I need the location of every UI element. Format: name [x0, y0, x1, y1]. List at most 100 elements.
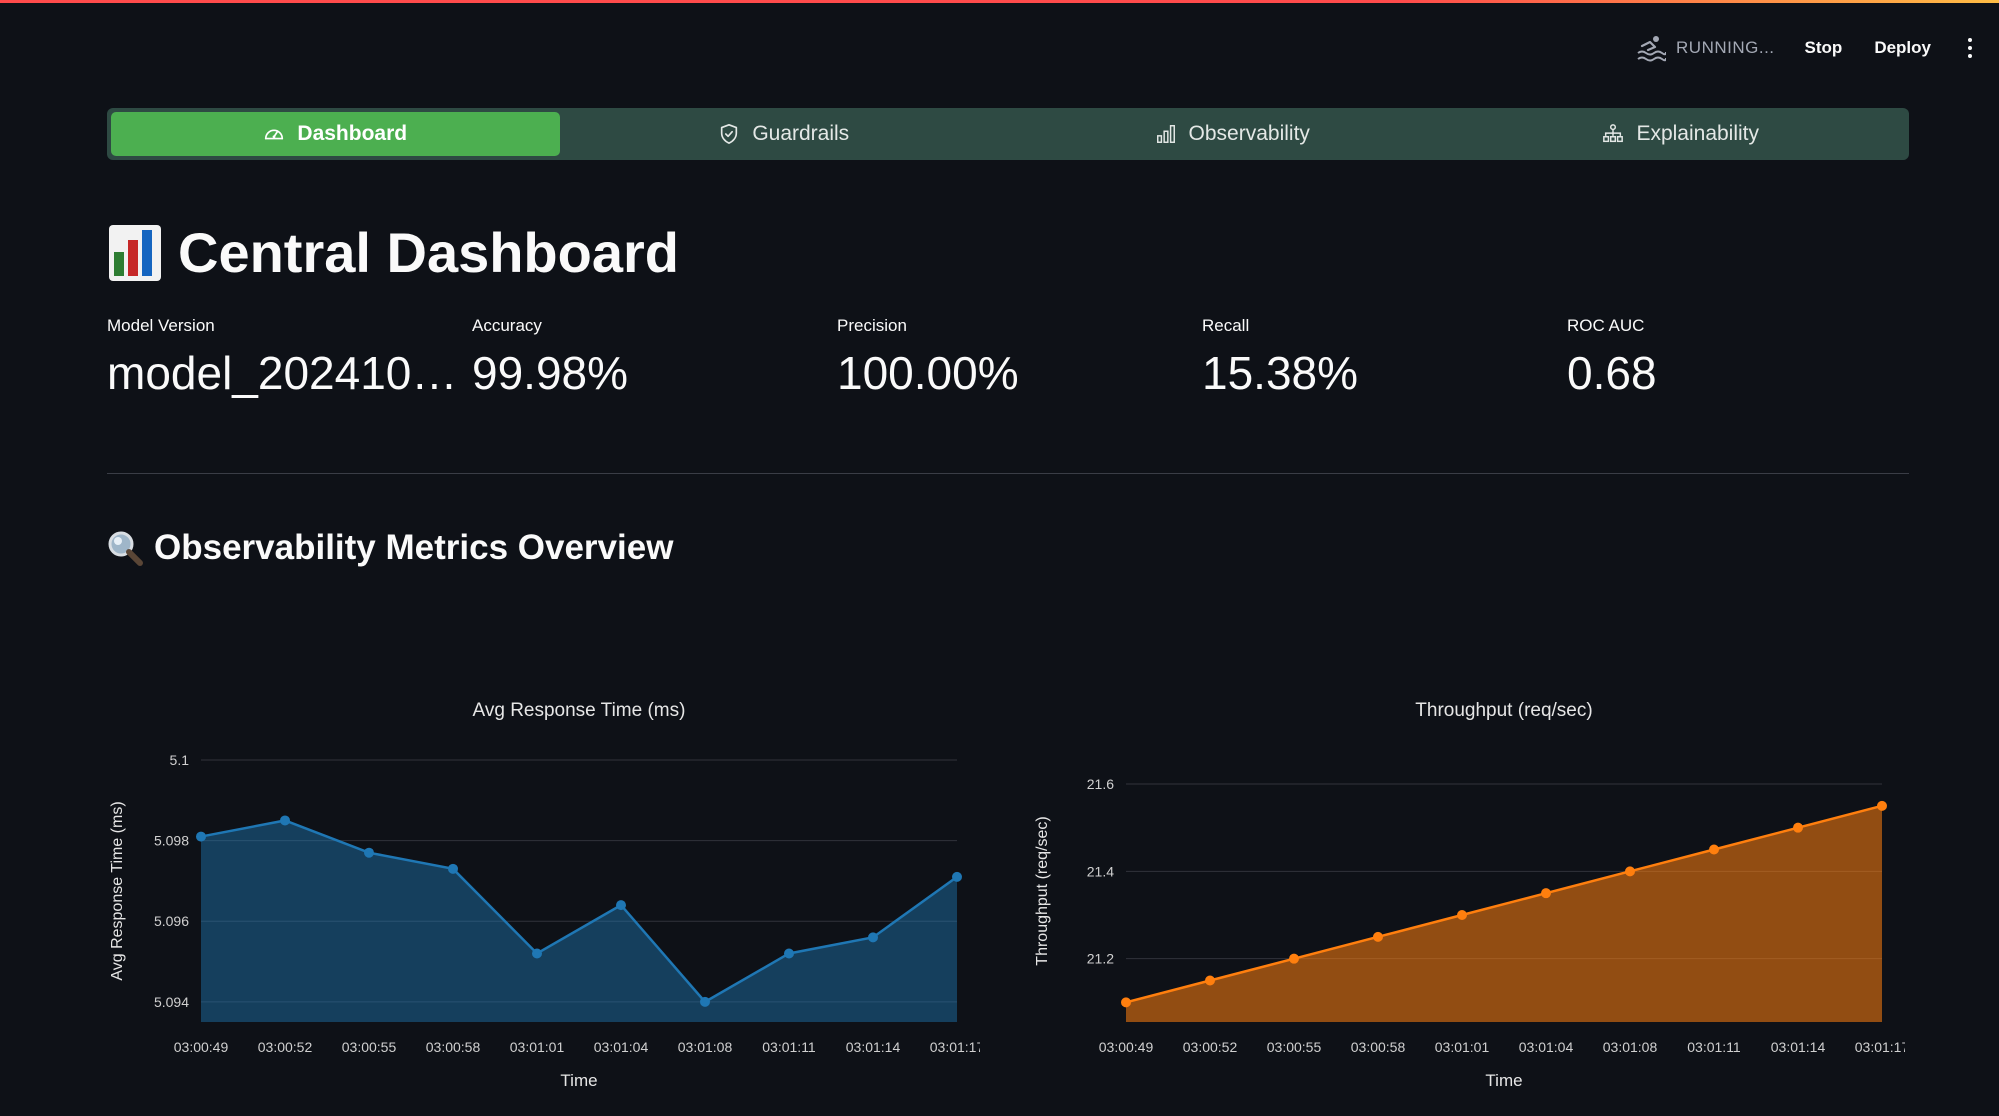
y-axis-label: Throughput (req/sec): [1034, 816, 1051, 965]
x-tick-label: 03:01:17: [1855, 1039, 1905, 1055]
magnifying-glass-icon: [108, 531, 143, 566]
metric-label: Accuracy: [472, 316, 542, 335]
x-tick-label: 03:00:49: [174, 1039, 229, 1055]
metric-value: 100.00%: [837, 347, 1019, 399]
main-menu-icon[interactable]: [1961, 34, 1979, 62]
hierarchy-icon: [1603, 124, 1624, 143]
metric-model-version: Model Version model_202410…: [107, 316, 467, 400]
metric-value: 0.68: [1567, 347, 1657, 399]
x-tick-label: 03:01:17: [930, 1039, 980, 1055]
series-area: [1126, 805, 1882, 1022]
app-header: RUNNING... Stop Deploy: [1636, 28, 1979, 68]
x-axis-label: Time: [560, 1071, 597, 1090]
running-status-label: RUNNING...: [1676, 38, 1775, 57]
speedometer-icon: [265, 129, 284, 140]
x-tick-label: 03:01:11: [1687, 1039, 1741, 1055]
data-point: [700, 996, 710, 1007]
data-point: [952, 871, 962, 882]
chart-title: Avg Response Time (ms): [473, 700, 686, 721]
section-divider: [107, 473, 1909, 474]
x-tick-label: 03:00:52: [258, 1039, 313, 1055]
data-point: [1625, 866, 1635, 877]
x-tick-label: 03:00:55: [342, 1039, 397, 1055]
bar-chart-icon: [1156, 125, 1175, 143]
data-point: [364, 847, 374, 858]
x-tick-label: 03:00:55: [1267, 1039, 1322, 1055]
tab-dashboard-label: Dashboard: [297, 122, 408, 145]
metric-label: Recall: [1202, 316, 1250, 335]
data-point: [448, 863, 458, 874]
metric-recall: Recall 15.38%: [1202, 316, 1562, 400]
y-tick-label: 5.094: [154, 994, 189, 1010]
metric-roc-auc: ROC AUC 0.68: [1567, 316, 1927, 400]
data-point: [1289, 953, 1299, 964]
metric-value: model_202410…: [107, 347, 458, 399]
data-point: [1457, 910, 1467, 921]
data-point: [1205, 975, 1215, 986]
data-point: [196, 831, 206, 842]
metric-value: 15.38%: [1202, 347, 1359, 399]
x-tick-label: 03:01:01: [1435, 1039, 1490, 1055]
page-title: Central Dashboard: [108, 220, 679, 285]
tab-explainability[interactable]: Explainability: [1457, 112, 1906, 156]
tab-dashboard[interactable]: Dashboard: [111, 112, 560, 156]
tab-observability[interactable]: Observability: [1008, 112, 1457, 156]
data-point: [532, 948, 542, 959]
tab-bar: Dashboard Guardrails Observability Expla…: [107, 108, 1909, 160]
data-point: [868, 932, 878, 943]
data-point: [1877, 800, 1887, 811]
shield-check-icon: [721, 124, 738, 144]
y-tick-label: 5.098: [154, 833, 189, 849]
tab-guardrails[interactable]: Guardrails: [560, 112, 1009, 156]
metrics-row: Model Version model_202410… Accuracy 99.…: [107, 316, 1909, 406]
metric-value: 99.98%: [472, 347, 629, 399]
data-point: [1709, 844, 1719, 855]
y-tick-label: 5.096: [154, 913, 189, 929]
x-tick-label: 03:01:14: [1771, 1039, 1826, 1055]
x-tick-label: 03:01:08: [678, 1039, 733, 1055]
metric-precision: Precision 100.00%: [837, 316, 1197, 400]
stop-button[interactable]: Stop: [1803, 34, 1845, 62]
data-point: [784, 948, 794, 959]
tab-observability-label: Observability: [1188, 122, 1310, 145]
bar-chart-emoji-icon: [109, 224, 161, 281]
throughput-chart: Throughput (req/sec) 21.2 21.4 21.6 03:00:49…: [1025, 690, 1905, 1100]
y-tick-label: 5.1: [170, 752, 190, 768]
data-point: [1121, 997, 1131, 1008]
y-axis-label: Avg Response Time (ms): [109, 801, 126, 980]
metric-label: ROC AUC: [1567, 316, 1645, 335]
response-time-chart: Avg Response Time (ms) 5.094 5.096 5.098 5.1…: [100, 690, 980, 1100]
x-tick-label: 03:01:04: [594, 1039, 649, 1055]
data-point: [1373, 931, 1383, 942]
x-tick-label: 03:00:52: [1183, 1039, 1238, 1055]
metric-label: Precision: [837, 316, 907, 335]
swimmer-icon: [1637, 36, 1667, 62]
tab-guardrails-label: Guardrails: [752, 122, 850, 145]
x-tick-label: 03:01:04: [1519, 1039, 1574, 1055]
x-tick-label: 03:01:14: [846, 1039, 901, 1055]
app-top-decoration: [0, 0, 1999, 3]
data-point: [1793, 822, 1803, 833]
y-tick-label: 21.4: [1087, 863, 1114, 879]
x-tick-label: 03:00:58: [1351, 1039, 1406, 1055]
section-heading: Observability Metrics Overview: [106, 528, 673, 568]
section-heading-text: Observability Metrics Overview: [154, 528, 674, 567]
tab-explainability-label: Explainability: [1636, 122, 1760, 145]
y-tick-label: 21.2: [1087, 951, 1114, 967]
x-tick-label: 03:00:58: [426, 1039, 481, 1055]
x-tick-label: 03:01:11: [762, 1039, 816, 1055]
deploy-button[interactable]: Deploy: [1872, 34, 1933, 62]
metric-label: Model Version: [107, 316, 215, 335]
x-tick-label: 03:01:08: [1603, 1039, 1658, 1055]
chart-title: Throughput (req/sec): [1415, 700, 1592, 721]
x-tick-label: 03:01:01: [510, 1039, 565, 1055]
page-title-text: Central Dashboard: [178, 221, 679, 284]
data-point: [1541, 888, 1551, 899]
x-tick-label: 03:00:49: [1099, 1039, 1154, 1055]
x-axis-label: Time: [1485, 1071, 1522, 1090]
throughput-chart-svg: Throughput (req/sec) 21.2 21.4 21.6 03:00:49…: [1034, 700, 1905, 1090]
running-status: RUNNING...: [1636, 34, 1775, 62]
data-point: [280, 815, 290, 826]
y-tick-label: 21.6: [1087, 776, 1114, 792]
response-time-chart-svg: Avg Response Time (ms) 5.094 5.096 5.098 5.1…: [109, 700, 980, 1090]
